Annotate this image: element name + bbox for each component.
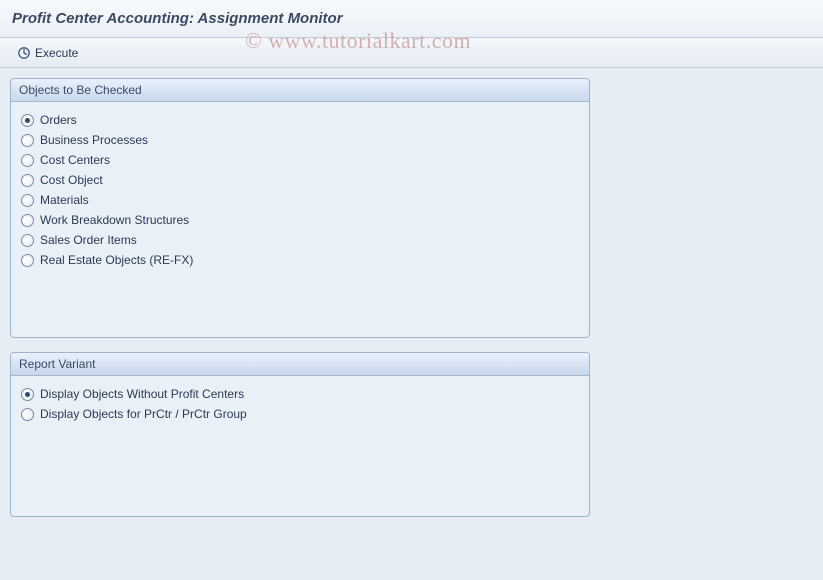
radio-label: Real Estate Objects (RE-FX) (40, 253, 193, 267)
radio-label: Cost Object (40, 173, 103, 187)
groupbox-variant-body: Display Objects Without Profit Centers D… (11, 376, 589, 516)
radio-cost-centers[interactable]: Cost Centers (21, 150, 579, 170)
toolbar: Execute (0, 38, 823, 68)
groupbox-objects-title: Objects to Be Checked (11, 79, 589, 102)
radio-icon (21, 154, 34, 167)
radio-icon (21, 408, 34, 421)
radio-label: Materials (40, 193, 89, 207)
radio-label: Display Objects Without Profit Centers (40, 387, 244, 401)
groupbox-objects: Objects to Be Checked Orders Business Pr… (10, 78, 590, 338)
title-bar: Profit Center Accounting: Assignment Mon… (0, 0, 823, 38)
radio-materials[interactable]: Materials (21, 190, 579, 210)
radio-icon (21, 114, 34, 127)
radio-label: Business Processes (40, 133, 148, 147)
radio-icon (21, 134, 34, 147)
radio-label: Sales Order Items (40, 233, 137, 247)
radio-business-processes[interactable]: Business Processes (21, 130, 579, 150)
radio-icon (21, 388, 34, 401)
radio-icon (21, 214, 34, 227)
radio-display-without-profit-centers[interactable]: Display Objects Without Profit Centers (21, 384, 579, 404)
execute-button[interactable]: Execute (10, 42, 85, 64)
content-area: Objects to Be Checked Orders Business Pr… (0, 68, 823, 580)
execute-label: Execute (35, 46, 78, 60)
radio-icon (21, 194, 34, 207)
radio-icon (21, 234, 34, 247)
radio-work-breakdown-structures[interactable]: Work Breakdown Structures (21, 210, 579, 230)
radio-cost-object[interactable]: Cost Object (21, 170, 579, 190)
execute-icon (17, 46, 31, 60)
radio-label: Orders (40, 113, 77, 127)
radio-display-for-prctr-group[interactable]: Display Objects for PrCtr / PrCtr Group (21, 404, 579, 424)
radio-icon (21, 174, 34, 187)
groupbox-variant-title: Report Variant (11, 353, 589, 376)
groupbox-report-variant: Report Variant Display Objects Without P… (10, 352, 590, 517)
radio-real-estate-objects[interactable]: Real Estate Objects (RE-FX) (21, 250, 579, 270)
radio-label: Display Objects for PrCtr / PrCtr Group (40, 407, 247, 421)
radio-icon (21, 254, 34, 267)
groupbox-objects-body: Orders Business Processes Cost Centers C… (11, 102, 589, 337)
radio-sales-order-items[interactable]: Sales Order Items (21, 230, 579, 250)
radio-label: Work Breakdown Structures (40, 213, 189, 227)
page-title: Profit Center Accounting: Assignment Mon… (12, 10, 343, 27)
radio-orders[interactable]: Orders (21, 110, 579, 130)
radio-label: Cost Centers (40, 153, 110, 167)
app-window: Profit Center Accounting: Assignment Mon… (0, 0, 823, 580)
